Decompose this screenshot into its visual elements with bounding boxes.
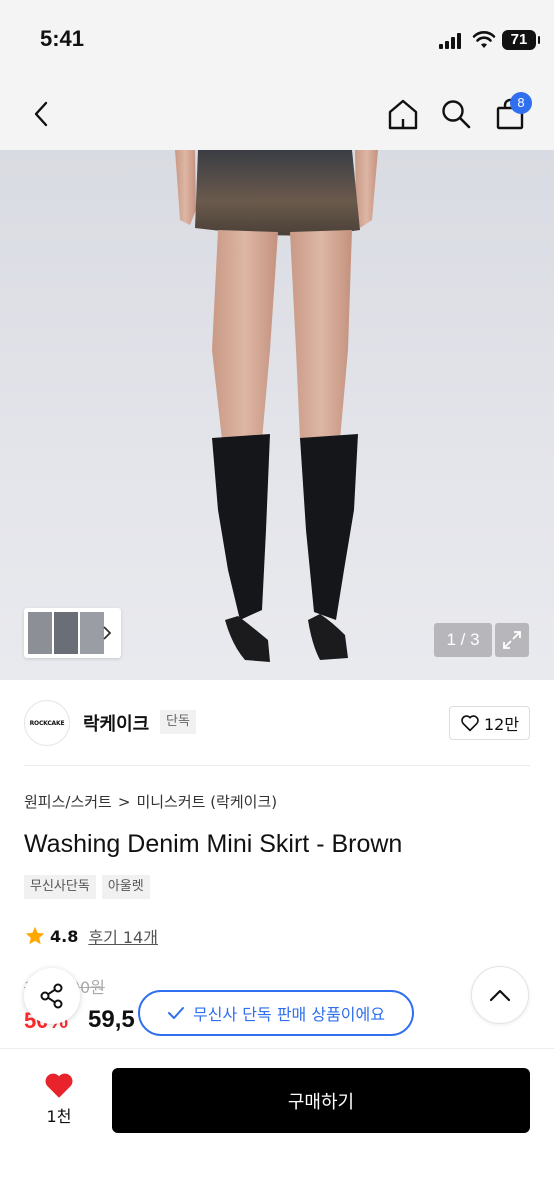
star-icon [25, 926, 45, 945]
breadcrumb-category[interactable]: 원피스/스커트 [24, 791, 112, 812]
rating: 4.8 후기 14개 [24, 924, 158, 948]
wifi-icon [472, 31, 496, 48]
status-time: 5:41 [40, 26, 85, 51]
breadcrumb-subcategory[interactable]: 미니스커트 (락케이크) [136, 791, 277, 812]
chevron-up-icon [489, 989, 511, 1002]
heart-outline-icon [461, 715, 479, 732]
review-link[interactable]: 후기 14개 [88, 924, 158, 948]
battery-icon: 71 [502, 30, 540, 50]
exclusive-toast[interactable]: 무신사 단독 판매 상품이에요 [138, 990, 414, 1036]
brand-like-count: 12만 [483, 715, 520, 734]
signal-icon [439, 33, 465, 49]
product-tags: 무신사단독 아울렛 [24, 875, 150, 899]
breadcrumb-separator: > [117, 792, 131, 811]
product-title: Washing Denim Mini Skirt - Brown [24, 830, 403, 858]
rating-score: 4.8 [50, 926, 79, 946]
status-bar: 5:41 71 [0, 0, 554, 80]
thumbnail-strip[interactable] [24, 608, 121, 658]
breadcrumb: 원피스/스커트 > 미니스커트 (락케이크) [24, 791, 277, 812]
top-nav: 8 [0, 80, 554, 150]
heart-filled-icon [45, 1073, 73, 1098]
buy-button[interactable]: 구매하기 [112, 1068, 530, 1133]
search-button[interactable] [436, 94, 476, 134]
wishlist-button[interactable]: 1천 [28, 1071, 90, 1135]
image-counter: 1 / 3 [434, 623, 492, 657]
search-icon [442, 100, 471, 129]
expand-icon [503, 631, 521, 649]
tag-musinsa-exclusive: 무신사단독 [24, 875, 96, 899]
toast-message: 무신사 단독 판매 상품이에요 [193, 1005, 385, 1024]
home-icon [388, 99, 418, 130]
brand-logo[interactable]: ROCKCAKE [24, 700, 70, 746]
brand-row: ROCKCAKE 락케이크 단독 12만 [0, 682, 554, 764]
share-button[interactable] [24, 968, 80, 1024]
bottom-action-bar: 1천 구매하기 [0, 1048, 554, 1200]
scroll-top-button[interactable] [471, 966, 529, 1024]
brand-like-button[interactable]: 12만 [449, 706, 530, 740]
product-photo [175, 150, 378, 662]
product-image[interactable]: 1 / 3 [0, 150, 554, 680]
expand-button[interactable] [495, 623, 529, 657]
exclusive-tag: 단독 [160, 710, 196, 734]
check-icon [168, 1007, 185, 1019]
home-button[interactable] [383, 94, 423, 134]
brand-name[interactable]: 락케이크 [83, 710, 149, 736]
sale-price: 59,5 [88, 1006, 135, 1033]
back-button[interactable] [22, 94, 62, 134]
share-icon [40, 983, 63, 1009]
cart-badge: 8 [510, 92, 532, 114]
cart-button[interactable]: 8 [490, 92, 532, 134]
wishlist-count: 1천 [46, 1107, 72, 1126]
chevron-left-icon [34, 101, 48, 127]
tag-outlet: 아울렛 [101, 875, 150, 899]
divider [24, 765, 530, 766]
thumbnail-images [28, 612, 112, 654]
